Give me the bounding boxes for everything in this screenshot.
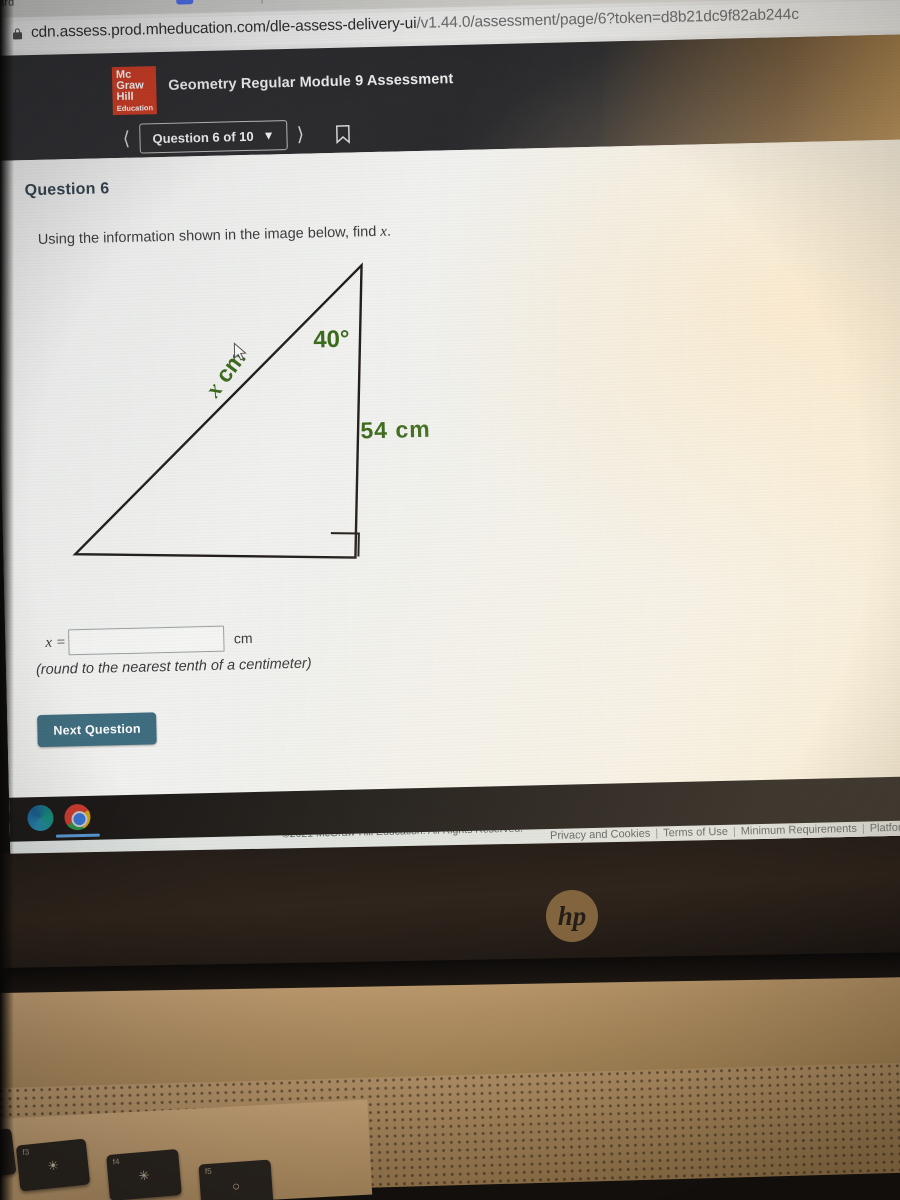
next-question-button[interactable]: Next Question (37, 712, 158, 748)
laptop-screen: ard ✕ | C Clever | cdn.assess.prod.mhedu… (0, 0, 900, 857)
question-prompt: Using the information shown in the image… (38, 224, 392, 249)
footer-link-platform-status[interactable]: Platform S (870, 821, 900, 834)
triangle-diagram: 40° 54 cm x cm (56, 254, 494, 604)
bookmark-glyph (335, 124, 350, 144)
footer-separator-1: | (655, 827, 659, 840)
angle-label: 40° (312, 325, 350, 354)
assessment-page: Mc Graw Hill Education Geometry Regular … (0, 33, 900, 857)
screen-glare-header (601, 33, 900, 147)
footer-link-terms[interactable]: Terms of Use (663, 826, 728, 840)
footer-link-minimum-requirements[interactable]: Minimum Requirements (741, 823, 857, 838)
brightness-max-icon: ✳ (137, 1167, 151, 1184)
assessment-title: Geometry Regular Module 9 Assessment (168, 71, 454, 94)
clever-icon: C (175, 0, 194, 5)
hp-logo: hp (546, 890, 598, 942)
question-selector-label: Question 6 of 10 (152, 128, 254, 146)
footer-separator-3: | (861, 822, 865, 835)
lock-icon (12, 28, 23, 40)
screen-bezel-bottom (0, 835, 900, 975)
key-f4-label: f4 (112, 1157, 120, 1167)
side-length-label: 54 cm (360, 415, 431, 444)
photo-of-laptop-screen: ard ✕ | C Clever | cdn.assess.prod.mhedu… (0, 0, 900, 1200)
prompt-text-before: Using the information shown in the image… (37, 223, 381, 248)
key-f4[interactable]: f4 ✳ (106, 1148, 182, 1200)
footer-separator-2: | (732, 825, 736, 838)
mcgraw-hill-logo: Mc Graw Hill Education (111, 66, 157, 116)
logo-line-3: Hill (116, 91, 134, 104)
key-f5[interactable]: f5 ○ (198, 1159, 274, 1200)
edge-icon[interactable] (27, 804, 54, 832)
taskbar-active-indicator (55, 833, 100, 838)
bookmark-icon[interactable] (327, 118, 358, 149)
chevron-down-icon: ▼ (262, 128, 275, 143)
question-selector-button[interactable]: Question 6 of 10 ▼ (139, 120, 288, 154)
question-card: Question 6 Using the information shown i… (0, 138, 900, 821)
answer-input[interactable] (67, 625, 225, 656)
keyboard-backlight-icon: ○ (231, 1178, 241, 1194)
answer-unit-label: cm (233, 629, 253, 647)
key-f3[interactable]: f3 ☀ (15, 1138, 91, 1192)
close-icon[interactable]: ✕ (238, 0, 249, 4)
chrome-icon[interactable] (64, 803, 91, 831)
tab-divider: | (260, 0, 264, 4)
question-navigation: ⟨ Question 6 of 10 ▼ ⟩ (113, 117, 358, 155)
page-title: Question 6 (24, 180, 110, 200)
logo-line-4: Education (116, 102, 154, 113)
chevron-left-icon[interactable]: ⟨ (113, 124, 140, 155)
browser-tab-partial[interactable]: ard (0, 0, 14, 9)
answer-row: x = cm (45, 625, 253, 656)
answer-prefix: x = (45, 633, 67, 651)
rounding-instruction: (round to the nearest tenth of a centime… (35, 655, 312, 679)
brightness-up-icon: ☀ (46, 1157, 60, 1174)
footer-link-privacy[interactable]: Privacy and Cookies (550, 828, 651, 842)
prompt-text-after: . (386, 223, 392, 240)
mouse-cursor-icon (233, 342, 249, 367)
key-f3-label: f3 (22, 1147, 30, 1158)
chevron-right-icon[interactable]: ⟩ (287, 119, 314, 150)
key-f5-label: f5 (204, 1166, 212, 1177)
